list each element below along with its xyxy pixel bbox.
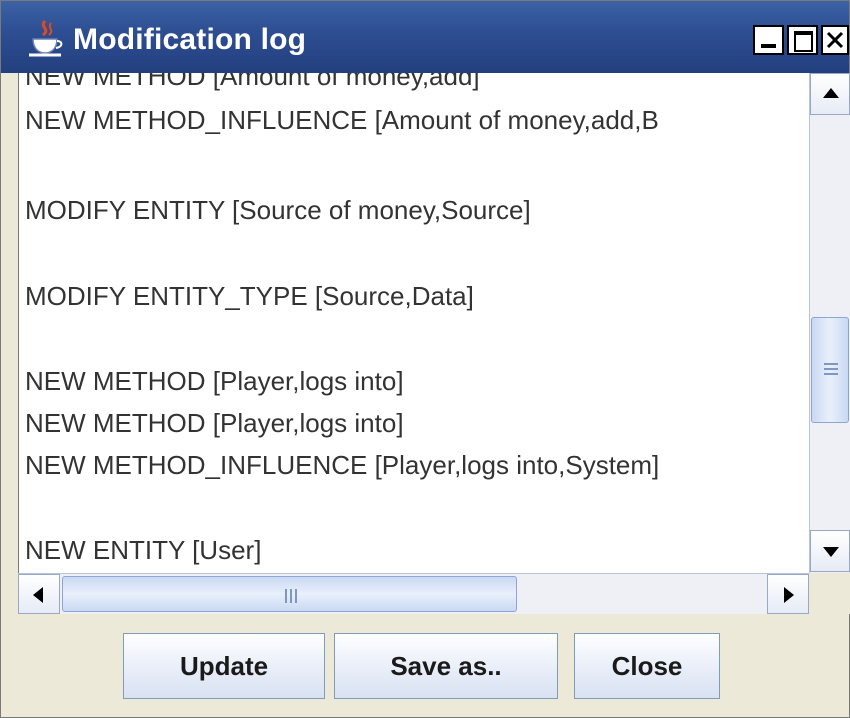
log-text-area[interactable]: NEW METHOD [Amount of money,add] NEW MET…: [18, 73, 810, 573]
save-as-button[interactable]: Save as..: [334, 633, 558, 699]
arrow-right-icon: [784, 587, 794, 603]
modification-log-window: Modification log NEW METHOD [Amount of m…: [0, 0, 850, 718]
log-line: NEW METHOD_INFLUENCE [Player,logs into,S…: [25, 450, 660, 480]
java-cup-icon: [29, 19, 63, 57]
close-icon[interactable]: [821, 25, 849, 55]
vertical-scrollbar[interactable]: [809, 73, 850, 573]
horizontal-scrollbar[interactable]: [18, 573, 809, 614]
close-button[interactable]: Close: [574, 633, 720, 699]
grip-line: [290, 589, 292, 603]
scroll-down-button[interactable]: [810, 530, 850, 572]
grip-line: [824, 373, 838, 375]
scroll-up-button[interactable]: [810, 73, 850, 115]
log-line: MODIFY ENTITY_TYPE [Source,Data]: [25, 281, 474, 311]
log-line: NEW METHOD [Player,logs into]: [25, 366, 404, 396]
vertical-scroll-thumb[interactable]: [811, 317, 849, 423]
log-line: NEW METHOD [Player,logs into]: [25, 408, 404, 438]
arrow-up-icon: [823, 88, 839, 98]
log-line: MODIFY ENTITY [Source of money,Source]: [25, 195, 531, 225]
title-bar[interactable]: Modification log: [1, 1, 849, 73]
log-line: NEW ENTITY [User]: [25, 535, 262, 565]
scrollbar-corner: [809, 573, 850, 614]
horizontal-scroll-thumb[interactable]: [62, 576, 517, 612]
maximize-icon[interactable]: [787, 25, 818, 55]
grip-line: [824, 363, 838, 365]
log-line: NEW METHOD [Amount of money,add]: [25, 73, 480, 91]
scroll-left-button[interactable]: [18, 574, 60, 614]
log-line: NEW METHOD_INFLUENCE [Amount of money,ad…: [25, 105, 659, 135]
minimize-icon[interactable]: [753, 25, 784, 55]
grip-line: [295, 589, 297, 603]
grip-line: [285, 589, 287, 603]
grip-line: [824, 368, 838, 370]
window-title: Modification log: [73, 23, 307, 56]
update-button[interactable]: Update: [123, 633, 325, 699]
arrow-down-icon: [823, 547, 839, 557]
arrow-left-icon: [33, 587, 43, 603]
scroll-right-button[interactable]: [767, 574, 809, 614]
close-x-glyph: [826, 31, 844, 49]
